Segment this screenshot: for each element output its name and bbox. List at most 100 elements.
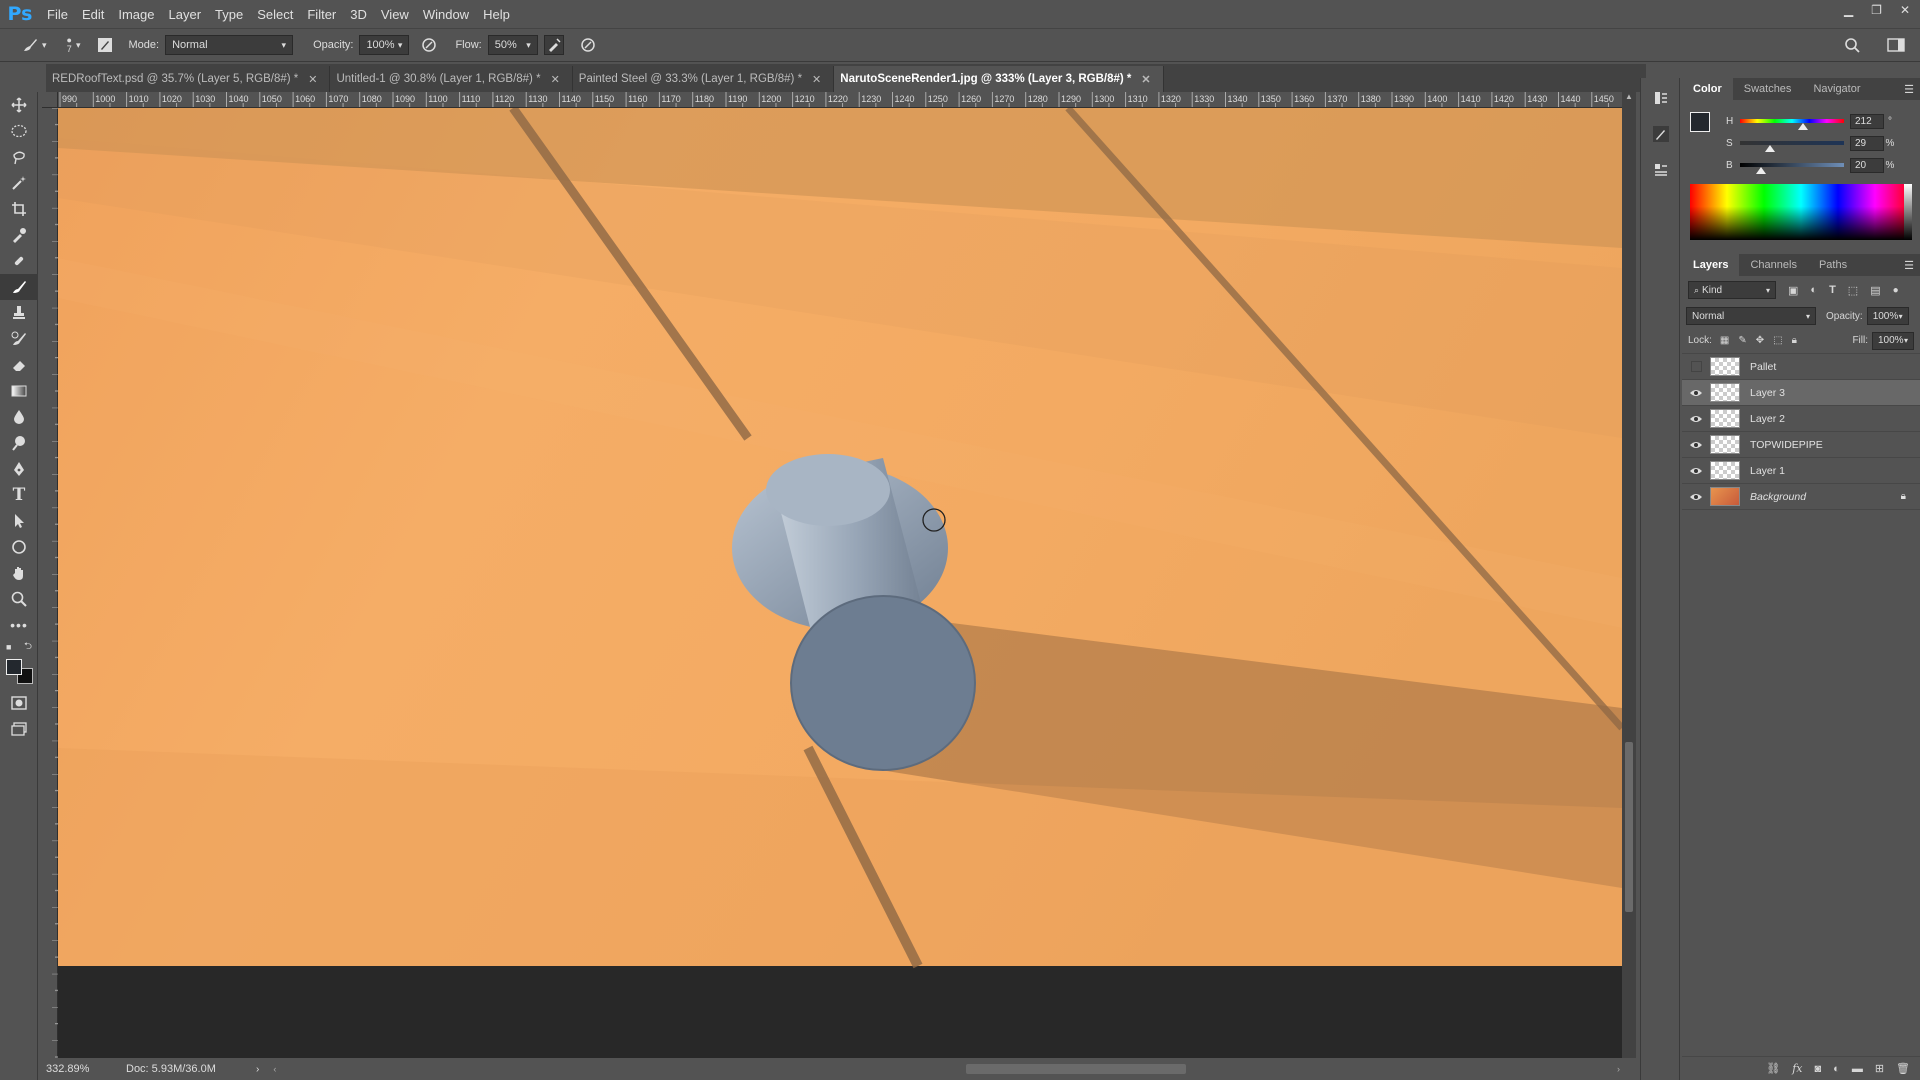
- layer-row-layer-3[interactable]: Layer 3: [1682, 380, 1920, 406]
- zoom-tool-icon[interactable]: [0, 586, 38, 612]
- brightness-value[interactable]: 20: [1850, 157, 1884, 173]
- lasso-tool-icon[interactable]: [0, 144, 38, 170]
- vertical-scrollbar[interactable]: ▲: [1622, 92, 1636, 1066]
- marquee-tool-icon[interactable]: [0, 118, 38, 144]
- eye-icon[interactable]: [1682, 440, 1710, 450]
- document-canvas[interactable]: [58, 108, 1622, 1066]
- layer-opacity-field[interactable]: 100% ▾: [1866, 307, 1909, 325]
- tab-paths[interactable]: Paths: [1808, 254, 1858, 276]
- mode-select[interactable]: Normal ▾: [165, 35, 294, 55]
- eraser-tool-icon[interactable]: [0, 352, 38, 378]
- type-tool-icon[interactable]: T: [0, 482, 38, 508]
- pressure-size-icon[interactable]: [578, 35, 598, 55]
- tab-color[interactable]: Color: [1682, 78, 1733, 100]
- menu-view[interactable]: View: [374, 7, 416, 22]
- brush-settings-icon[interactable]: [1641, 116, 1681, 152]
- visibility-toggle-off[interactable]: [1682, 361, 1710, 372]
- menu-3d[interactable]: 3D: [343, 7, 374, 22]
- eye-icon[interactable]: [1682, 466, 1710, 476]
- filter-kind-select[interactable]: ⌕ Kind ▾: [1688, 281, 1776, 299]
- brush-tool-icon[interactable]: [0, 274, 38, 300]
- dodge-tool-icon[interactable]: [0, 430, 38, 456]
- blend-mode-select[interactable]: Normal ▾: [1686, 307, 1816, 325]
- foreground-color-swatch[interactable]: [6, 659, 22, 675]
- brightness-slider[interactable]: [1740, 163, 1844, 174]
- filter-smart-object-icon[interactable]: ▤: [1870, 284, 1880, 297]
- history-brush-tool-icon[interactable]: [0, 326, 38, 352]
- menu-file[interactable]: File: [40, 7, 75, 22]
- menu-edit[interactable]: Edit: [75, 7, 111, 22]
- eye-icon[interactable]: [1682, 414, 1710, 424]
- saturation-value[interactable]: 29: [1850, 135, 1884, 151]
- add-mask-icon[interactable]: ◙: [1815, 1063, 1822, 1075]
- lock-image-icon[interactable]: ✎: [1738, 335, 1746, 346]
- scrollbar-thumb[interactable]: [966, 1064, 1187, 1074]
- layer-row-background[interactable]: Background 🔒︎: [1682, 484, 1920, 510]
- layer-name[interactable]: Background: [1750, 491, 1806, 503]
- tab-navigator[interactable]: Navigator: [1802, 78, 1871, 100]
- hue-slider-thumb[interactable]: [1798, 123, 1808, 130]
- healing-brush-tool-icon[interactable]: [0, 248, 38, 274]
- opacity-field[interactable]: 100% ▾: [359, 35, 410, 55]
- close-icon[interactable]: ✕: [812, 73, 821, 86]
- hue-slider[interactable]: [1740, 119, 1844, 130]
- menu-help[interactable]: Help: [476, 7, 517, 22]
- scrollbar-thumb[interactable]: [1625, 742, 1633, 912]
- menu-image[interactable]: Image: [111, 7, 161, 22]
- move-tool-icon[interactable]: [0, 92, 38, 118]
- airbrush-icon[interactable]: [543, 35, 564, 55]
- hue-value[interactable]: 212: [1850, 113, 1884, 129]
- eyedropper-tool-icon[interactable]: [0, 222, 38, 248]
- filter-pixel-icon[interactable]: ▣: [1788, 284, 1798, 297]
- layer-row-pallet[interactable]: Pallet: [1682, 354, 1920, 380]
- hand-tool-icon[interactable]: [0, 560, 38, 586]
- quick-mask-icon[interactable]: [0, 690, 38, 716]
- close-icon[interactable]: ✕: [551, 73, 560, 86]
- scroll-up-icon[interactable]: ▲: [1622, 92, 1636, 104]
- path-selection-tool-icon[interactable]: [0, 508, 38, 534]
- chevron-right-icon[interactable]: ›: [256, 1064, 259, 1075]
- color-swatches[interactable]: [0, 656, 38, 690]
- flow-field[interactable]: 50% ▾: [487, 35, 538, 55]
- crop-tool-icon[interactable]: [0, 196, 38, 222]
- pressure-opacity-icon[interactable]: [419, 35, 439, 55]
- saturation-slider-thumb[interactable]: [1765, 145, 1775, 152]
- filter-shape-icon[interactable]: ⬚: [1848, 284, 1858, 297]
- menu-type[interactable]: Type: [208, 7, 250, 22]
- color-spectrum[interactable]: [1690, 184, 1912, 240]
- eye-icon[interactable]: [1682, 492, 1710, 502]
- tab-channels[interactable]: Channels: [1739, 254, 1807, 276]
- layer-name[interactable]: Layer 2: [1750, 413, 1785, 425]
- panel-menu-icon[interactable]: ☰: [1904, 259, 1914, 272]
- foreground-color-chip[interactable]: [1690, 112, 1710, 132]
- filter-toggle-icon[interactable]: ●: [1893, 285, 1899, 296]
- workspace-icon[interactable]: [1886, 35, 1906, 55]
- swap-colors-icon[interactable]: ■ ⮌: [0, 638, 38, 656]
- filter-adjustment-icon[interactable]: ◐: [1810, 284, 1817, 296]
- properties-panel-icon[interactable]: [1641, 152, 1681, 188]
- filter-type-icon[interactable]: T: [1829, 284, 1836, 296]
- history-panel-icon[interactable]: [1641, 80, 1681, 116]
- brush-preset-icon[interactable]: [20, 35, 40, 55]
- menu-filter[interactable]: Filter: [300, 7, 343, 22]
- eye-icon[interactable]: [1682, 388, 1710, 398]
- adjustment-layer-icon[interactable]: ◐: [1833, 1063, 1840, 1075]
- horizontal-scrollbar[interactable]: [286, 1064, 1607, 1074]
- spectrum-white-black-strip[interactable]: [1904, 184, 1912, 240]
- layer-row-layer-2[interactable]: Layer 2: [1682, 406, 1920, 432]
- trash-icon[interactable]: 🗑︎: [1896, 1062, 1910, 1075]
- lock-transparent-icon[interactable]: ▦: [1720, 335, 1729, 346]
- layer-name[interactable]: Layer 3: [1750, 387, 1785, 399]
- brush-size-picker[interactable]: ● 7: [67, 36, 72, 54]
- chevron-down-icon[interactable]: ▾: [42, 40, 47, 51]
- new-layer-icon[interactable]: ⊞: [1875, 1062, 1884, 1075]
- ellipse-tool-icon[interactable]: [0, 534, 38, 560]
- blur-tool-icon[interactable]: [0, 404, 38, 430]
- menu-select[interactable]: Select: [250, 7, 300, 22]
- layer-name[interactable]: TOPWIDEPIPE: [1750, 439, 1823, 451]
- menu-layer[interactable]: Layer: [162, 7, 209, 22]
- tab-swatches[interactable]: Swatches: [1733, 78, 1803, 100]
- screen-mode-icon[interactable]: [0, 716, 38, 742]
- menu-window[interactable]: Window: [416, 7, 476, 22]
- lock-position-icon[interactable]: ✥: [1756, 335, 1764, 346]
